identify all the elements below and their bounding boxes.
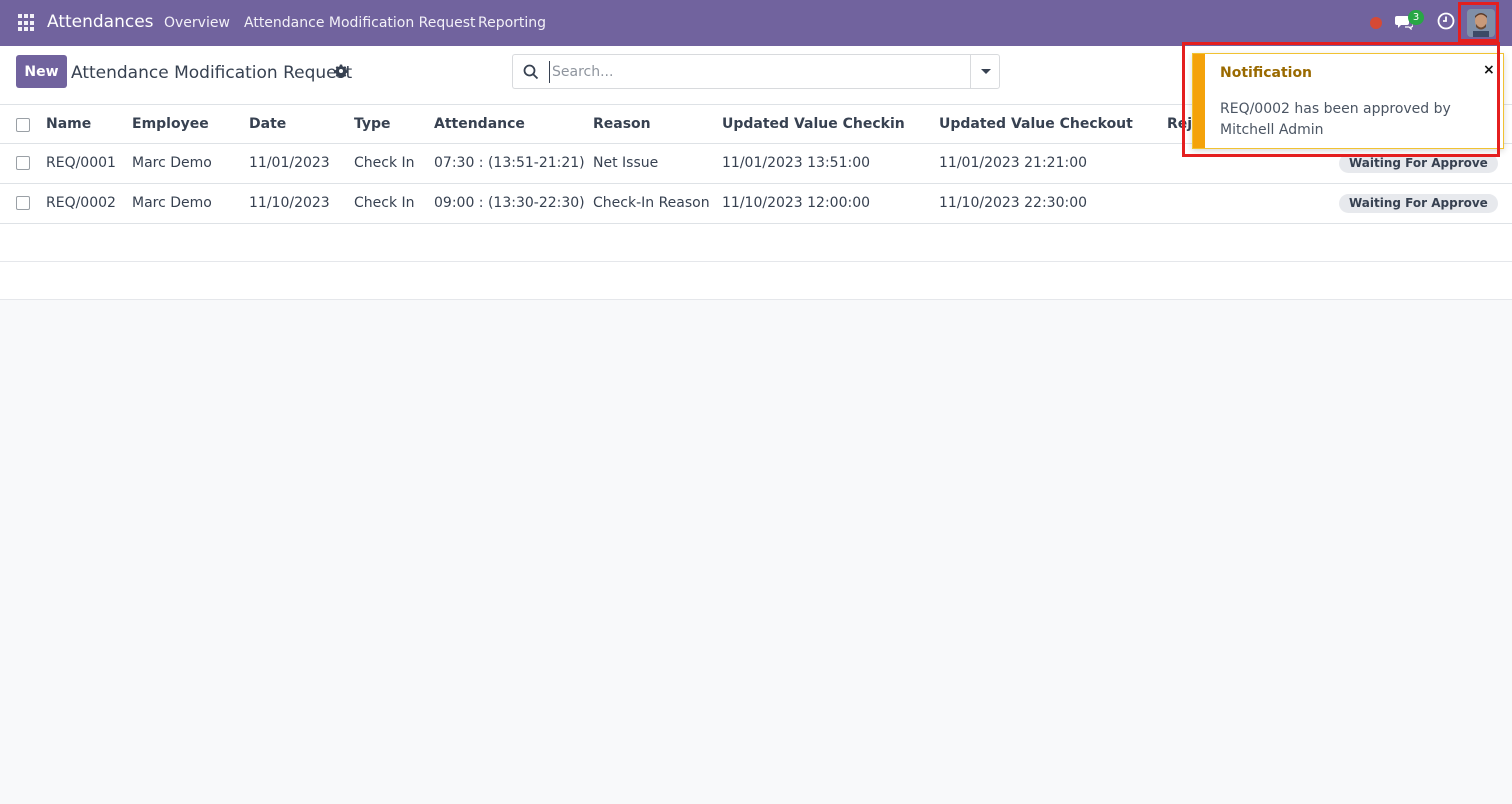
cell-attendance: 09:00 : (13:30-22:30) (434, 195, 585, 211)
cell-date: 11/01/2023 (249, 155, 330, 171)
recording-indicator-icon[interactable] (1370, 17, 1382, 29)
search-input[interactable] (549, 61, 959, 83)
cell-checkout: 11/01/2023 21:21:00 (939, 155, 1088, 171)
avatar-highlight-box (1458, 2, 1499, 42)
cell-reason: Net Issue (593, 155, 659, 171)
header-date[interactable]: Date (249, 116, 286, 132)
cell-reason: Check-In Reason (593, 195, 710, 211)
header-name[interactable]: Name (46, 116, 91, 132)
nav-attendance-modification-request[interactable]: Attendance Modification Request (244, 15, 476, 31)
header-employee[interactable]: Employee (132, 116, 209, 132)
empty-row (0, 262, 1512, 300)
app-brand[interactable]: Attendances (47, 12, 154, 32)
cell-checkin: 11/01/2023 13:51:00 (722, 155, 871, 171)
header-reason[interactable]: Reason (593, 116, 651, 132)
table-row[interactable]: REQ/0002 Marc Demo 11/10/2023 Check In 0… (0, 184, 1512, 224)
top-navbar: Attendances Overview Attendance Modifica… (0, 0, 1512, 46)
notification-highlight-box (1182, 42, 1500, 157)
cell-attendance: 07:30 : (13:51-21:21) (434, 155, 585, 171)
status-badge: Waiting For Approve (1339, 194, 1498, 213)
search-options-toggle[interactable] (970, 54, 1000, 89)
header-updated-checkout[interactable]: Updated Value Checkout (939, 116, 1133, 132)
clock-icon[interactable] (1437, 12, 1455, 30)
cell-date: 11/10/2023 (249, 195, 330, 211)
gear-icon[interactable] (334, 64, 348, 78)
cell-checkout: 11/10/2023 22:30:00 (939, 195, 1088, 211)
header-attendance[interactable]: Attendance (434, 116, 525, 132)
header-type[interactable]: Type (354, 116, 391, 132)
chat-count-badge: 3 (1408, 10, 1424, 25)
apps-menu-icon[interactable] (18, 14, 36, 32)
cell-name: REQ/0002 (46, 195, 116, 211)
empty-row (0, 224, 1512, 262)
cell-type: Check In (354, 195, 415, 211)
cell-employee: Marc Demo (132, 155, 212, 171)
cell-type: Check In (354, 155, 415, 171)
cell-employee: Marc Demo (132, 195, 212, 211)
search-icon (523, 64, 539, 80)
select-all-checkbox[interactable] (16, 118, 30, 132)
row-checkbox[interactable] (16, 196, 30, 210)
new-button[interactable]: New (16, 55, 67, 88)
nav-overview[interactable]: Overview (164, 15, 230, 31)
search-box (512, 54, 971, 89)
row-checkbox[interactable] (16, 156, 30, 170)
cell-checkin: 11/10/2023 12:00:00 (722, 195, 871, 211)
cell-name: REQ/0001 (46, 155, 116, 171)
page-title: Attendance Modification Request (71, 63, 353, 83)
nav-reporting[interactable]: Reporting (478, 15, 546, 31)
header-updated-checkin[interactable]: Updated Value Checkin (722, 116, 905, 132)
caret-down-icon (981, 69, 991, 74)
